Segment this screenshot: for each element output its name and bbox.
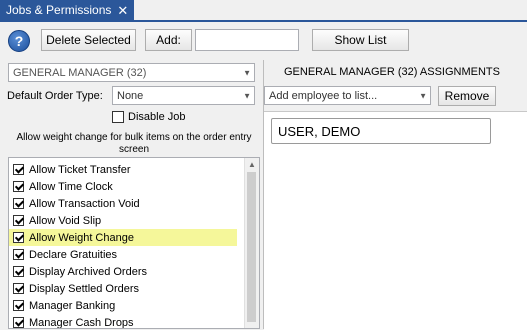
permission-checkbox[interactable] bbox=[13, 232, 24, 243]
permission-checkbox[interactable] bbox=[13, 300, 24, 311]
permission-checkbox[interactable] bbox=[13, 215, 24, 226]
default-order-type-label: Default Order Type: bbox=[7, 90, 103, 102]
permission-item[interactable]: Allow Transaction Void bbox=[9, 195, 259, 212]
permissions-list[interactable]: Allow Ticket Transfer Allow Time Clock All… bbox=[8, 157, 260, 329]
permission-item[interactable]: Display Settled Orders bbox=[9, 280, 259, 297]
permission-item[interactable]: Allow Time Clock bbox=[9, 178, 259, 195]
permission-checkbox[interactable] bbox=[13, 164, 24, 175]
job-select[interactable]: GENERAL MANAGER (32) ▼ bbox=[8, 63, 255, 82]
chevron-up-icon[interactable]: ▲ bbox=[245, 160, 259, 169]
permission-item[interactable]: Allow Void Slip bbox=[9, 212, 259, 229]
chevron-down-icon: ▼ bbox=[419, 91, 427, 100]
permission-description: Allow weight change for bulk items on th… bbox=[16, 132, 252, 155]
show-list-button[interactable]: Show List bbox=[312, 29, 409, 51]
default-order-type-select[interactable]: None ▼ bbox=[112, 86, 255, 105]
permission-label: Display Archived Orders bbox=[29, 265, 147, 278]
assignments-panel: USER, DEMO bbox=[264, 111, 527, 330]
permission-checkbox[interactable] bbox=[13, 249, 24, 260]
add-employee-placeholder: Add employee to list... bbox=[269, 89, 378, 102]
permissions-scrollbar[interactable]: ▲ bbox=[244, 158, 259, 328]
permission-label: Allow Time Clock bbox=[29, 180, 113, 193]
tab-title: Jobs & Permissions bbox=[6, 3, 112, 17]
chevron-down-icon: ▼ bbox=[243, 91, 251, 100]
chevron-down-icon: ▼ bbox=[243, 68, 251, 77]
permission-label: Allow Ticket Transfer bbox=[29, 163, 131, 176]
permission-item[interactable]: Manager Banking bbox=[9, 297, 259, 314]
permission-checkbox[interactable] bbox=[13, 266, 24, 277]
permission-checkbox[interactable] bbox=[13, 181, 24, 192]
assignment-item[interactable]: USER, DEMO bbox=[271, 118, 491, 144]
permission-item[interactable]: Manager Cash Drops bbox=[9, 314, 259, 329]
add-input[interactable] bbox=[195, 29, 299, 51]
permission-label: Manager Banking bbox=[29, 299, 116, 312]
permission-label: Allow Transaction Void bbox=[29, 197, 140, 210]
tab-strip: Jobs & Permissions ✕ bbox=[0, 0, 527, 22]
permission-checkbox[interactable] bbox=[13, 283, 24, 294]
add-label: Add: bbox=[145, 29, 192, 51]
permission-label: Declare Gratuities bbox=[29, 248, 118, 261]
add-employee-select[interactable]: Add employee to list... ▼ bbox=[264, 86, 431, 105]
permission-label: Allow Weight Change bbox=[29, 231, 134, 244]
job-select-value: GENERAL MANAGER (32) bbox=[13, 66, 147, 79]
permission-label: Display Settled Orders bbox=[29, 282, 140, 295]
permission-item[interactable]: Allow Weight Change bbox=[9, 229, 237, 246]
remove-button[interactable]: Remove bbox=[438, 86, 496, 106]
help-icon[interactable]: ? bbox=[8, 30, 30, 52]
permission-label: Manager Cash Drops bbox=[29, 316, 134, 329]
disable-job-label: Disable Job bbox=[128, 111, 186, 123]
permission-checkbox[interactable] bbox=[13, 317, 24, 328]
default-order-type-value: None bbox=[117, 89, 144, 102]
permission-checkbox[interactable] bbox=[13, 198, 24, 209]
permission-item[interactable]: Allow Ticket Transfer bbox=[9, 161, 259, 178]
close-icon[interactable]: ✕ bbox=[117, 4, 128, 17]
assignments-title: GENERAL MANAGER (32) ASSIGNMENTS bbox=[284, 66, 500, 78]
permission-label: Allow Void Slip bbox=[29, 214, 102, 227]
scrollbar-thumb[interactable] bbox=[247, 172, 256, 322]
permission-item[interactable]: Declare Gratuities bbox=[9, 246, 259, 263]
tab-jobs-permissions[interactable]: Jobs & Permissions ✕ bbox=[0, 0, 134, 20]
delete-selected-button[interactable]: Delete Selected bbox=[41, 29, 136, 51]
disable-job-checkbox[interactable] bbox=[112, 111, 124, 123]
permission-item[interactable]: Display Archived Orders bbox=[9, 263, 259, 280]
